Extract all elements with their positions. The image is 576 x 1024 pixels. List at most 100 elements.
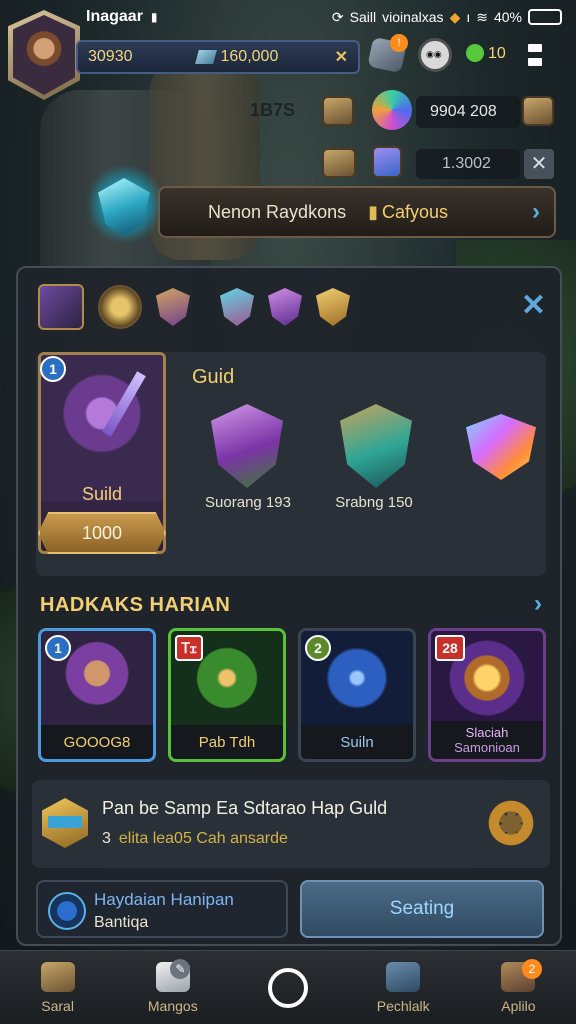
status-center-text: Ѕaill: [349, 9, 377, 25]
gear-icon[interactable]: [486, 792, 536, 858]
coin-amount: 10: [488, 45, 506, 62]
info-icon: ı: [466, 9, 471, 25]
gem-amount: 160,000: [220, 48, 279, 65]
nav-label-pechlalk: Pechlalk: [376, 997, 430, 1014]
hero-price-plate[interactable]: 1000: [38, 512, 166, 554]
emblem-label-2: Srabng 150: [335, 494, 413, 511]
daily-card-4[interactable]: Slaciah Samonioan 28: [428, 628, 546, 762]
gold-amount: 30930: [88, 48, 133, 65]
task-emblem-icon: [42, 798, 88, 848]
seating-button[interactable]: Seating: [300, 880, 544, 938]
shield-status-icon: ◆: [449, 8, 461, 25]
wifi-icon: ≋: [476, 8, 488, 25]
tab-crest[interactable]: [98, 285, 142, 329]
network-name: vioinalxas: [382, 9, 444, 25]
hero-price: 1000: [81, 522, 123, 543]
guild-title: Guid: [192, 366, 235, 388]
nav-label-mangos: Mangos: [147, 997, 198, 1014]
chest-icon-2[interactable]: [522, 96, 554, 126]
nav-label-saral: Saral: [41, 997, 74, 1014]
resource-b-value: 1.3002: [442, 155, 491, 172]
hero-name: Suild: [81, 484, 123, 504]
status-bar: Inagaar ▮ ⟳ Ѕaill vioinalxas ◆ ı ≋ 40%: [0, 0, 576, 34]
daily-chevron-icon[interactable]: ›: [534, 590, 542, 618]
sim-icon: ▮: [150, 10, 158, 24]
castle-icon: [40, 961, 75, 992]
nav-item-aplilo[interactable]: Aplilo 2: [461, 951, 576, 1024]
card-1-badge: 1: [45, 635, 71, 661]
crate-icon[interactable]: [322, 148, 356, 178]
card-4-badge: 28: [435, 635, 465, 661]
guild-panel: ✕ Suild 1 1000 Guid Suorang 193 Srabng 1…: [16, 266, 562, 946]
task-title: Pan be Samp Ea Sdtarao Hap Guld: [102, 798, 388, 818]
info-title: Haydaian Hanipan: [94, 890, 234, 909]
tab-violet-shield[interactable]: [268, 288, 302, 326]
potion-icon[interactable]: [372, 146, 402, 178]
resource-a-value: 9904 208: [430, 103, 497, 120]
add-resource-icon[interactable]: ✕: [335, 47, 348, 67]
menu-button[interactable]: [528, 44, 542, 70]
green-coin-icon: [466, 44, 484, 62]
nav-item-mangos[interactable]: Mangos ✎: [115, 951, 230, 1024]
faded-label: 1B7S: [250, 100, 296, 120]
emblem-label-1: Suorang 193: [205, 494, 291, 511]
backpack-icon: [386, 961, 421, 992]
gem-icon: [194, 50, 217, 64]
daily-heading: HADKAKS HARIAN: [40, 594, 231, 616]
card-3-label: Suiln: [301, 725, 413, 759]
home-circle-icon: [268, 967, 308, 1008]
tab-hero[interactable]: [38, 284, 84, 330]
card-4-label: Slaciah: [465, 725, 509, 740]
rainbow-shield-icon[interactable]: [466, 414, 536, 480]
card-4-label-2: Samonioan: [454, 740, 520, 755]
daily-card-2[interactable]: Pab Tdh Ꭲꮖ: [168, 628, 286, 762]
event-banner[interactable]: Nenon Raydkons ▮ Cafyous ›: [158, 186, 556, 238]
teal-emblem-icon[interactable]: [340, 404, 412, 488]
bottom-nav: Saral Mangos ✎ Pechlalk Aplilo 2: [0, 950, 576, 1024]
battery-percent: 40%: [493, 9, 522, 25]
task-count: 3: [102, 830, 111, 847]
card-2-badge: Ꭲꮖ: [175, 635, 203, 661]
task-detail: elita lea05 Cah ansarde: [118, 830, 288, 847]
battery-icon: [528, 9, 562, 25]
task-row[interactable]: Pan be Samp Ea Sdtarao Hap Guld 3 elita l…: [32, 780, 550, 868]
tab-gold-shield[interactable]: [316, 288, 350, 326]
tab-teal-shield[interactable]: [220, 288, 254, 326]
card-3-badge: 2: [305, 635, 331, 661]
banner-left-text: Nenon Raydkons: [208, 201, 347, 222]
purple-emblem-icon[interactable]: [211, 404, 283, 488]
tab-purple-shield[interactable]: [156, 288, 190, 326]
close-panel-button[interactable]: ✕: [521, 288, 546, 323]
panda-icon[interactable]: [418, 38, 452, 72]
chest-icon[interactable]: [322, 96, 354, 126]
resource-b-pill: 1.3002: [416, 149, 520, 179]
close-resource-button[interactable]: ✕: [524, 149, 554, 179]
notification-badge: !: [390, 34, 408, 52]
resource-a-pill: 9904 208: [416, 96, 520, 128]
daily-cards: GOOOG8 1 Pab Tdh Ꭲꮖ Suiln 2 Slaciah Samo…: [38, 628, 546, 762]
resource-bar[interactable]: 30930 160,000 ✕: [76, 40, 360, 74]
nav-item-saral[interactable]: Saral: [0, 951, 115, 1024]
peacock-icon[interactable]: [372, 90, 412, 130]
avatar-portrait: [13, 15, 75, 95]
aplilo-badge: 2: [522, 959, 543, 979]
chevron-right-icon[interactable]: ›: [532, 198, 540, 226]
info-subtitle: Bantiqa: [94, 914, 149, 931]
hero-level-badge: 1: [40, 356, 66, 382]
nav-item-home[interactable]: [230, 951, 345, 1024]
card-4-caption: Slaciah Samonioan: [431, 721, 543, 759]
refresh-icon: ⟳: [331, 8, 344, 25]
compass-icon: [48, 892, 86, 930]
nav-label-aplilo: Aplilo: [501, 997, 536, 1014]
banner-separator-icon: ▮: [368, 201, 378, 222]
panel-tabs: [38, 284, 350, 330]
nav-item-pechlalk[interactable]: Pechlalk: [346, 951, 461, 1024]
seating-button-label: Seating: [389, 898, 455, 919]
banner-right-text: Cafyous: [382, 201, 449, 222]
daily-card-1[interactable]: GOOOG8 1: [38, 628, 156, 762]
task-subtitle: 3 elita lea05 Cah ansarde: [102, 830, 288, 848]
guild-section: Suild 1 1000 Guid Suorang 193 Srabng 150: [36, 352, 546, 576]
info-card[interactable]: Haydaian Hanipan Bantiqa: [36, 880, 288, 938]
carrier-name: Inagaar: [86, 8, 143, 25]
daily-card-3[interactable]: Suiln 2: [298, 628, 416, 762]
